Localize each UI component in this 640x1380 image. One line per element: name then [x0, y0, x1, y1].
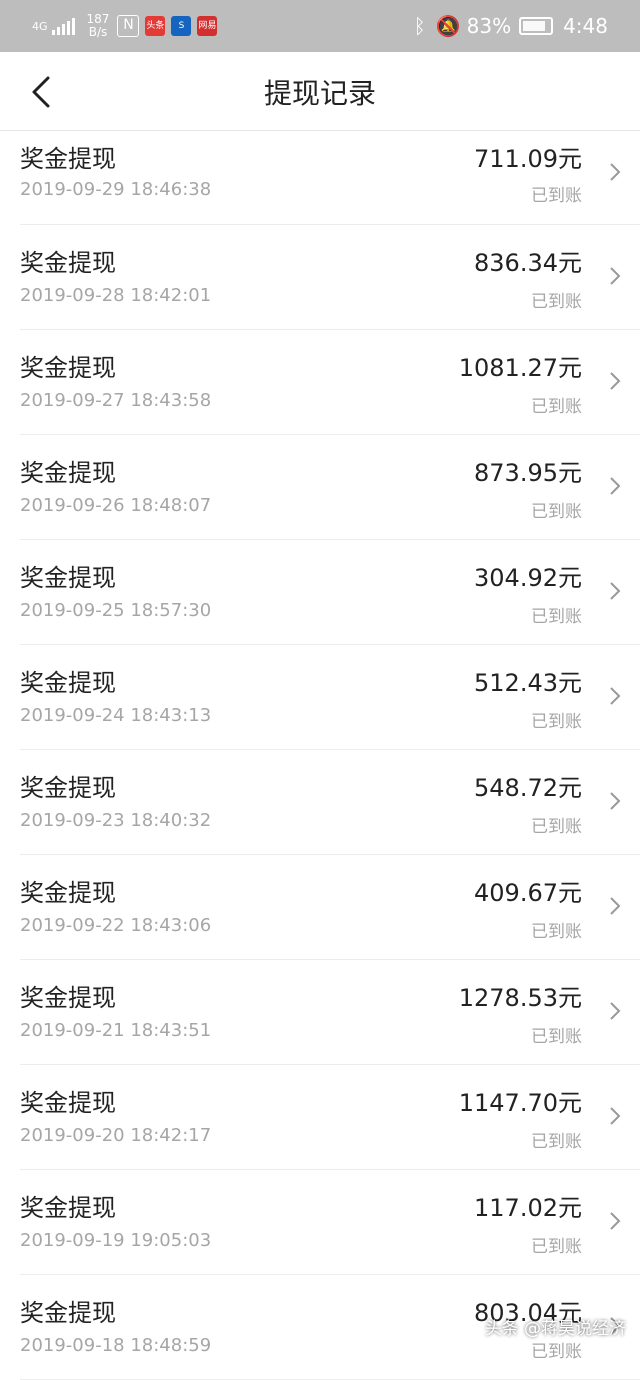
record-time: 2019-09-27 18:43:58 [20, 390, 212, 411]
list-item[interactable]: 奖金提现 2019-09-20 18:42:17 1147.70元 已到账 [20, 1065, 640, 1170]
net-speed-unit: B/s [88, 25, 108, 39]
record-status: 已到账 [531, 186, 582, 206]
record-time: 2019-09-25 18:57:30 [20, 600, 212, 621]
netease-app-icon: 网易 [197, 16, 218, 36]
watermark: 头条 @蒋昊说经济 [484, 1319, 626, 1339]
withdrawal-record-list: 奖金提现 2019-09-29 18:46:38 711.09元 已到账 奖金提… [0, 131, 640, 1380]
list-item[interactable]: 奖金提现 2019-09-26 18:48:07 873.95元 已到账 [20, 435, 640, 540]
page-title: 提现记录 [263, 77, 376, 110]
record-title: 奖金提现 [20, 564, 116, 592]
chevron-right-icon [610, 1107, 621, 1125]
chevron-right-icon [610, 897, 621, 915]
net-speed: 187 B/s [87, 13, 110, 39]
record-amount: 304.92元 [474, 564, 582, 592]
mute-bell-icon: 🔕 [435, 14, 461, 38]
record-status: 已到账 [531, 607, 582, 627]
chevron-right-icon [610, 1212, 621, 1230]
list-item[interactable]: 奖金提现 2019-09-24 18:43:13 512.43元 已到账 [20, 645, 640, 750]
record-time: 2019-09-23 18:40:32 [20, 810, 212, 831]
chevron-right-icon [610, 477, 621, 495]
status-bar-left: 4G 187 B/s N 头条 S 网易 [32, 0, 223, 52]
record-status: 已到账 [531, 817, 582, 837]
record-time: 2019-09-22 18:43:06 [20, 915, 212, 936]
record-time: 2019-09-29 18:46:38 [20, 179, 212, 200]
record-amount: 836.34元 [474, 249, 582, 277]
signal-strength-icon [51, 17, 77, 35]
chevron-right-icon [610, 267, 621, 285]
list-item[interactable]: 奖金提现 2019-09-21 18:43:51 1278.53元 已到账 [20, 960, 640, 1065]
record-time: 2019-09-28 18:42:01 [20, 285, 212, 306]
record-status: 已到账 [531, 502, 582, 522]
s-app-icon: S [171, 16, 192, 36]
record-amount: 1147.70元 [458, 1089, 582, 1117]
status-bar-right: ᛒ 🔕 83% 4:48 [404, 0, 608, 52]
record-amount: 512.43元 [474, 669, 582, 697]
record-time: 2019-09-26 18:48:07 [20, 495, 212, 516]
record-time: 2019-09-24 18:43:13 [20, 705, 212, 726]
record-title: 奖金提现 [20, 1089, 116, 1117]
clock: 4:48 [563, 14, 608, 38]
record-status: 已到账 [531, 1027, 582, 1047]
list-item[interactable]: 奖金提现 2019-09-23 18:40:32 548.72元 已到账 [20, 750, 640, 855]
record-time: 2019-09-18 18:48:59 [20, 1335, 212, 1356]
record-time: 2019-09-19 19:05:03 [20, 1230, 212, 1251]
battery-percent: 83% [466, 14, 512, 38]
record-amount: 409.67元 [474, 879, 582, 907]
record-status: 已到账 [531, 922, 582, 942]
record-status: 已到账 [531, 1132, 582, 1152]
chevron-right-icon [610, 372, 621, 390]
record-amount: 873.95元 [474, 459, 582, 487]
record-status: 已到账 [531, 712, 582, 732]
record-amount: 117.02元 [474, 1194, 582, 1222]
record-title: 奖金提现 [20, 879, 116, 907]
record-title: 奖金提现 [20, 354, 116, 382]
record-title: 奖金提现 [20, 1194, 116, 1222]
record-title: 奖金提现 [20, 459, 116, 487]
record-title: 奖金提现 [20, 249, 116, 277]
nav-bar: 提现记录 [0, 52, 640, 131]
record-title: 奖金提现 [20, 145, 116, 173]
record-time: 2019-09-20 18:42:17 [20, 1125, 212, 1146]
list-item[interactable]: 奖金提现 2019-09-22 18:43:06 409.67元 已到账 [20, 855, 640, 960]
record-time: 2019-09-21 18:43:51 [20, 1020, 212, 1041]
status-bar: 4G 187 B/s N 头条 S 网易 ᛒ 🔕 83% 4:48 [0, 0, 640, 52]
list-item[interactable]: 奖金提现 2019-09-28 18:42:01 836.34元 已到账 [20, 225, 640, 330]
chevron-right-icon [610, 687, 621, 705]
network-type-label: 4G [32, 19, 48, 33]
record-title: 奖金提现 [20, 669, 116, 697]
bluetooth-icon: ᛒ [413, 14, 426, 38]
toutiao-app-icon: 头条 [145, 16, 166, 36]
record-amount: 1278.53元 [458, 984, 582, 1012]
record-status: 已到账 [531, 1342, 582, 1362]
list-item[interactable]: 奖金提现 2019-09-29 18:46:38 711.09元 已到账 [20, 131, 640, 225]
chevron-right-icon [610, 582, 621, 600]
record-title: 奖金提现 [20, 984, 116, 1012]
record-title: 奖金提现 [20, 774, 116, 802]
chevron-right-icon [610, 163, 621, 181]
record-amount: 711.09元 [474, 145, 582, 173]
record-amount: 548.72元 [474, 774, 582, 802]
record-amount: 1081.27元 [458, 354, 582, 382]
list-item[interactable]: 奖金提现 2019-09-19 19:05:03 117.02元 已到账 [20, 1170, 640, 1275]
list-item[interactable]: 奖金提现 2019-09-25 18:57:30 304.92元 已到账 [20, 540, 640, 645]
record-title: 奖金提现 [20, 1299, 116, 1327]
chevron-right-icon [610, 1002, 621, 1020]
record-status: 已到账 [531, 1237, 582, 1257]
chevron-right-icon [610, 792, 621, 810]
record-status: 已到账 [531, 397, 582, 417]
record-status: 已到账 [531, 292, 582, 312]
list-item[interactable]: 奖金提现 2019-09-27 18:43:58 1081.27元 已到账 [20, 330, 640, 435]
nfc-icon: N [117, 15, 140, 37]
battery-icon [519, 17, 554, 35]
